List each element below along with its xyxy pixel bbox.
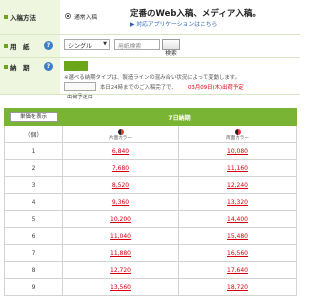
double-price-link[interactable]: 12,240	[227, 182, 248, 189]
double-color-label: 両面カラー	[226, 135, 249, 141]
label-bullet	[4, 44, 8, 48]
single-color-header: 片面カラー	[62, 125, 179, 143]
show-price-button[interactable]: 単価を表示	[9, 112, 58, 122]
single-price-link[interactable]: 8,520	[112, 182, 129, 189]
single-price-link[interactable]: 12,720	[110, 267, 131, 274]
single-price-cell: 7,680	[62, 159, 179, 177]
delivery-label: 納 期	[10, 64, 30, 72]
delivery-row: 納 期 ? 7日納期 ※選べる納期タイプは、製造ラインの混み合い状況によって変動…	[0, 58, 300, 100]
single-price-link[interactable]: 13,560	[110, 284, 131, 291]
double-price-link[interactable]: 14,400	[227, 216, 248, 223]
table-row: 6 11,040 15,480	[4, 227, 297, 245]
qty-cell: 5	[4, 210, 63, 228]
single-price-link[interactable]: 7,680	[112, 165, 129, 172]
qty-cell: 7	[4, 244, 63, 262]
double-price-cell: 13,320	[178, 193, 297, 211]
table-row: 5 10,200 14,400	[4, 210, 297, 228]
single-price-cell: 10,200	[62, 210, 179, 228]
double-price-cell: 17,640	[178, 261, 297, 279]
qty-cell: 1	[4, 142, 63, 160]
chevron-down-icon: ▼	[103, 41, 107, 47]
show-price-label: 単価を表示	[20, 114, 47, 120]
double-price-cell: 14,400	[178, 210, 297, 228]
divider	[0, 94, 300, 95]
delivery-tag[interactable]: 7日納期	[64, 61, 88, 78]
table-row: 3 8,520 12,240	[4, 176, 297, 194]
double-price-cell: 15,480	[178, 227, 297, 245]
single-price-cell: 6,840	[62, 142, 179, 160]
price-table: 単価を表示 7日納期 （個） 片面カラー 両面カラー 1 6,840 10,08…	[4, 108, 297, 296]
paper-label: 用 紙	[10, 43, 30, 51]
single-price-cell: 8,520	[62, 176, 179, 194]
double-price-link[interactable]: 18,720	[227, 284, 248, 291]
table-row: 9 13,560 18,720	[4, 278, 297, 296]
single-price-cell: 12,720	[62, 261, 179, 279]
single-price-cell: 11,040	[62, 227, 179, 245]
double-price-link[interactable]: 13,320	[227, 199, 248, 206]
qty-cell: 3	[4, 176, 63, 194]
qty-cell: 8	[4, 261, 63, 279]
delivery-note: ※選べる納期タイプは、製造ラインの混み合い状況によって変動します。	[64, 75, 241, 81]
normal-upload-radio[interactable]	[65, 13, 71, 19]
single-price-link[interactable]: 9,360	[112, 199, 129, 206]
show-price-cell: 単価を表示	[4, 108, 63, 126]
qty-cell: 2	[4, 159, 63, 177]
schedule-label-box: 出荷予定日	[64, 82, 96, 100]
double-price-link[interactable]: 17,640	[227, 267, 248, 274]
double-price-link[interactable]: 15,480	[227, 233, 248, 240]
normal-upload-option[interactable]: 通常入稿	[74, 12, 97, 21]
table-row: 2 7,680 11,160	[4, 159, 297, 177]
single-price-link[interactable]: 11,040	[110, 233, 131, 240]
app-support-link[interactable]: ▶ 対応アプリケーションはこちら	[130, 19, 217, 28]
delivery-label-cell: 納 期 ?	[0, 58, 60, 95]
single-price-cell: 11,880	[62, 244, 179, 262]
table-row: 7 11,880 16,560	[4, 244, 297, 262]
table-row: 4 9,360 13,320	[4, 193, 297, 211]
table-row: 1 6,840 10,080	[4, 142, 297, 160]
printing-method-row: 入稿方法 通常入稿 定番のWeb入稿、メディア入稿。 ▶ 対応アプリケーションは…	[0, 0, 300, 35]
paper-search-input[interactable]: 用紙検索	[114, 39, 160, 50]
double-price-cell: 16,560	[178, 244, 297, 262]
qty-cell: 4	[4, 193, 63, 211]
paper-type-value: シングル	[68, 43, 93, 50]
single-price-cell: 13,560	[62, 278, 179, 296]
double-price-cell: 11,160	[178, 159, 297, 177]
label-bullet	[4, 65, 8, 69]
double-color-header: 両面カラー	[178, 125, 297, 143]
qty-cell: 6	[4, 227, 63, 245]
schedule-text: 本日24時までのご入稿完了で、	[100, 85, 177, 91]
single-price-link[interactable]: 6,840	[112, 148, 129, 155]
double-price-link[interactable]: 16,560	[227, 250, 248, 257]
schedule-date: 03月09日(木)出荷予定	[188, 85, 244, 91]
help-icon[interactable]: ?	[44, 62, 53, 71]
table-row: 8 12,720 17,640	[4, 261, 297, 279]
single-color-label: 片面カラー	[109, 135, 132, 141]
paper-search-placeholder: 用紙検索	[118, 44, 142, 50]
paper-label-cell: 用 紙 ?	[0, 35, 60, 58]
qty-cell: 9	[4, 278, 63, 296]
double-price-cell: 18,720	[178, 278, 297, 296]
double-price-link[interactable]: 10,080	[227, 148, 248, 155]
table-title: 7日納期	[62, 108, 297, 126]
help-icon[interactable]: ?	[44, 41, 53, 50]
qty-header: （個）	[4, 125, 63, 143]
double-price-link[interactable]: 11,160	[227, 165, 248, 172]
table-title-row: 単価を表示 7日納期	[4, 108, 297, 126]
upload-headline: 定番のWeb入稿、メディア入稿。	[130, 9, 261, 19]
printing-method-label-cell: 入稿方法	[0, 0, 60, 35]
table-header-row: （個） 片面カラー 両面カラー	[4, 125, 297, 143]
single-price-link[interactable]: 10,200	[110, 216, 131, 223]
double-price-cell: 12,240	[178, 176, 297, 194]
paper-search-button[interactable]: 検索	[162, 39, 180, 57]
paper-type-select[interactable]: シングル ▼	[64, 39, 110, 50]
label-bullet	[4, 15, 8, 19]
single-price-cell: 9,360	[62, 193, 179, 211]
double-price-cell: 10,080	[178, 142, 297, 160]
single-price-link[interactable]: 11,880	[110, 250, 131, 257]
paper-row: 用 紙 ? シングル ▼ 用紙検索 検索	[0, 35, 300, 58]
printing-method-label: 入稿方法	[10, 14, 36, 22]
